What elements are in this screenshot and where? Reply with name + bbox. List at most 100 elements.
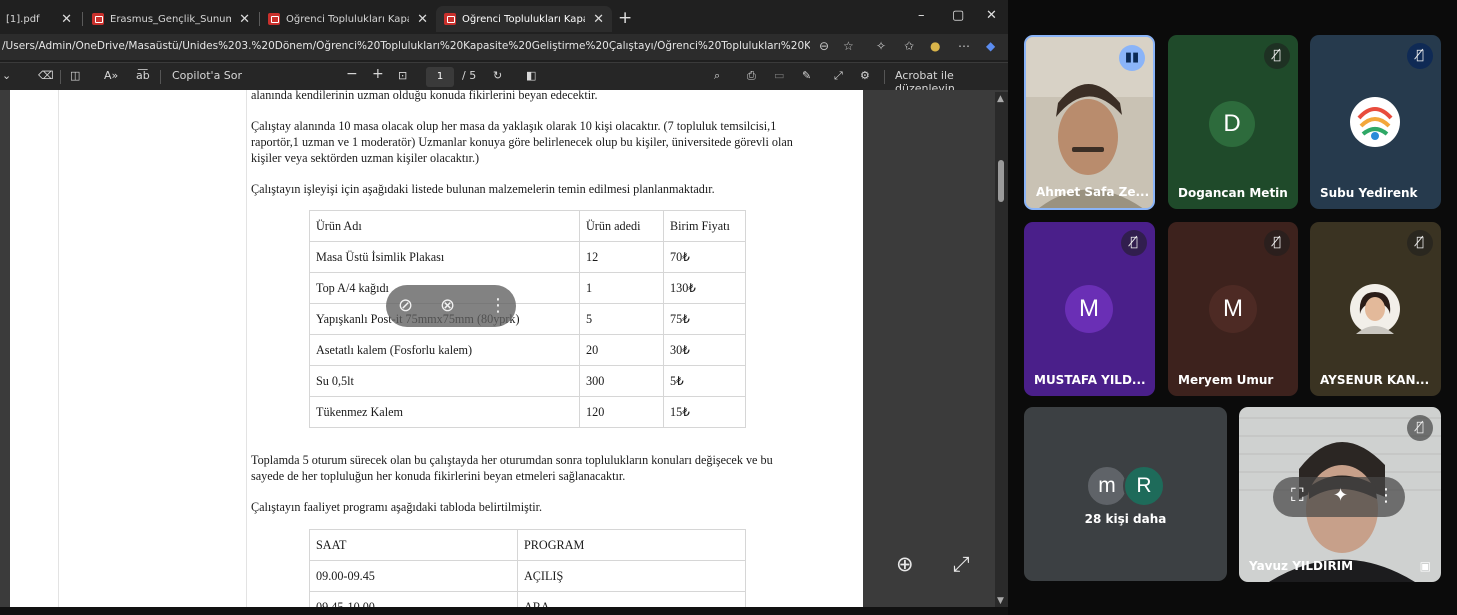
- participant-name: MUSTAFA YILD...: [1034, 373, 1146, 387]
- profile-icon[interactable]: ●: [930, 39, 940, 53]
- participant-tile[interactable]: ▮▮ Ahmet Safa Ze...: [1024, 35, 1155, 210]
- table-row: Asetatlı kalem (Fosforlu kalem) 20 30₺: [309, 334, 746, 366]
- browser-window: [1].pdf ✕ Erasmus_Gençlik_Sunumu[1].pdf …: [0, 0, 1008, 615]
- table-row: 09.45-10.00 ARA: [309, 591, 746, 608]
- table-cell: 70₺: [663, 241, 746, 273]
- extensions-icon[interactable]: ✧: [876, 39, 886, 53]
- settings-gear-icon[interactable]: ⚙: [860, 69, 870, 82]
- table-header-cell: PROGRAM: [517, 529, 746, 561]
- scroll-up-icon[interactable]: ▲: [997, 94, 1004, 104]
- more-options-icon[interactable]: ⋮: [489, 295, 507, 316]
- favorites-icon[interactable]: ✩: [904, 39, 914, 53]
- read-aloud-icon[interactable]: A»: [104, 69, 118, 82]
- more-participants-tile[interactable]: m R 28 kişi daha: [1024, 407, 1227, 581]
- translate-icon[interactable]: a͞b: [136, 69, 150, 82]
- avatar: M: [1065, 285, 1113, 333]
- star-icon[interactable]: ☆: [843, 39, 854, 53]
- doc-paragraph-3: Toplamda 5 oturum sürecek olan bu çalışt…: [251, 452, 773, 484]
- eraser-icon[interactable]: ⌫: [38, 69, 54, 82]
- more-icon[interactable]: ⋯: [958, 39, 970, 53]
- layout-icon[interactable]: ◫: [70, 69, 80, 82]
- tab-title: [1].pdf: [6, 13, 40, 25]
- participant-name: Yavuz YILDIRIM: [1249, 559, 1354, 573]
- page-total: / 5: [462, 69, 477, 82]
- participant-tile[interactable]: 🎙̸ M Meryem Umur: [1168, 222, 1298, 396]
- maximize-button[interactable]: ▢: [952, 8, 964, 23]
- table-cell: 75₺: [663, 303, 746, 335]
- doc-text-line: alanında kendilerinin uzman olduğu konud…: [251, 90, 598, 102]
- url-field[interactable]: /Users/Admin/OneDrive/Masaüstü/Ünides%20…: [2, 40, 810, 52]
- vertical-scrollbar[interactable]: ▲ ▼: [995, 92, 1008, 608]
- doc-text-line: sayede de her topluluğun her konuda fiki…: [251, 469, 626, 483]
- draw-icon[interactable]: ⌄: [2, 69, 11, 82]
- table-cell: 300: [579, 365, 664, 397]
- avatar: D: [1209, 101, 1255, 147]
- table-header-row: SAAT PROGRAM: [309, 529, 746, 561]
- close-tab-icon[interactable]: ✕: [417, 12, 428, 27]
- close-tab-icon[interactable]: ✕: [239, 12, 250, 27]
- table-cell: 5: [579, 303, 664, 335]
- participant-tile[interactable]: 🎙̸ Subu Yedirenk: [1310, 35, 1441, 209]
- table-cell: Tükenmez Kalem: [309, 396, 580, 428]
- minimize-button[interactable]: –: [918, 8, 925, 23]
- new-tab-button[interactable]: +: [618, 8, 632, 28]
- screen-share-controls: ⊘ ⊗ ⋮: [386, 285, 516, 327]
- table-header-cell: Birim Fiyatı: [663, 210, 746, 242]
- page-number-input[interactable]: 1: [426, 67, 454, 87]
- doc-text-line: Çalıştay alanında 10 masa olacak olup he…: [251, 119, 777, 133]
- table-cell: 30₺: [663, 334, 746, 366]
- fit-page-icon[interactable]: ⊡: [398, 69, 407, 82]
- zoom-icon[interactable]: ⊖: [819, 39, 829, 53]
- tab-3[interactable]: Öğrenci Toplulukları Kapasite Ge ✕: [260, 6, 436, 32]
- avatar: R: [1123, 465, 1165, 507]
- table-cell: 09.45-10.00: [309, 591, 518, 608]
- effects-icon[interactable]: ✦: [1333, 485, 1348, 506]
- mic-off-icon: 🎙̸: [1407, 415, 1433, 441]
- tab-1[interactable]: [1].pdf ✕: [0, 6, 80, 32]
- scroll-thumb[interactable]: [998, 160, 1004, 202]
- participant-tile[interactable]: 🎙̸ D Dogancan Metin: [1168, 35, 1298, 209]
- pdf-icon: [268, 13, 280, 25]
- participant-name: Dogancan Metin: [1178, 186, 1288, 200]
- tab-title: Öğrenci Toplulukları Kapasite Ge: [462, 13, 585, 25]
- copilot-icon[interactable]: ◆: [986, 39, 995, 53]
- table-cell: Su 0,5lt: [309, 365, 580, 397]
- copilot-ask-button[interactable]: Copilot'a Sor: [172, 69, 242, 82]
- framing-icon[interactable]: ⛶: [1291, 485, 1304, 506]
- tab-4-active[interactable]: Öğrenci Toplulukları Kapasite Ge ✕: [436, 6, 612, 32]
- close-tab-icon[interactable]: ✕: [593, 12, 604, 27]
- table-cell: 1: [579, 272, 664, 304]
- participant-tile[interactable]: 🎙̸ AYSENUR KAN...: [1310, 222, 1441, 396]
- zoom-in-icon[interactable]: ⊕: [896, 552, 914, 576]
- doc-paragraph-2: Çalıştayın işleyişi için aşağıdaki liste…: [251, 182, 715, 196]
- mute-audio-icon[interactable]: ⊗: [440, 295, 455, 316]
- tab-2[interactable]: Erasmus_Gençlik_Sunumu[1].pdf ✕: [84, 6, 258, 32]
- minimize-self-view-icon[interactable]: ▣: [1420, 559, 1431, 573]
- page-margin-line: [58, 90, 59, 608]
- print-icon[interactable]: ⎙: [747, 69, 756, 83]
- table-row: Top A/4 kağıdı 1 130₺: [309, 272, 746, 304]
- save-as-icon[interactable]: ✎: [802, 69, 811, 82]
- close-tab-icon[interactable]: ✕: [61, 12, 72, 27]
- more-options-icon[interactable]: ⋮: [1377, 485, 1395, 506]
- page-view-icon[interactable]: ◧: [526, 69, 536, 82]
- fullscreen-icon[interactable]: ⤢: [834, 69, 843, 83]
- close-window-button[interactable]: ✕: [986, 8, 997, 23]
- participant-name: Subu Yedirenk: [1320, 186, 1418, 200]
- table-cell: 20: [579, 334, 664, 366]
- participant-tile[interactable]: 🎙̸ M MUSTAFA YILD...: [1024, 222, 1155, 396]
- expand-icon[interactable]: ⤢: [953, 552, 970, 577]
- unpin-icon[interactable]: ⊘: [398, 295, 413, 316]
- table-cell: ARA: [517, 591, 746, 608]
- tab-bar: [1].pdf ✕ Erasmus_Gençlik_Sunumu[1].pdf …: [0, 0, 1008, 34]
- zoom-in-button[interactable]: +: [372, 66, 384, 82]
- self-view-tile[interactable]: 🎙̸ ⛶ ✦ ⋮ Yavuz YILDIRIM ▣: [1239, 407, 1441, 582]
- table-cell: 15₺: [663, 396, 746, 428]
- save-icon[interactable]: ▭: [774, 69, 784, 82]
- toolbar-separator: [884, 70, 885, 84]
- search-icon[interactable]: ⌕: [714, 69, 720, 83]
- scroll-down-icon[interactable]: ▼: [997, 596, 1004, 606]
- rotate-icon[interactable]: ↻: [493, 69, 502, 82]
- tab-title: Erasmus_Gençlik_Sunumu[1].pdf: [110, 13, 232, 25]
- zoom-out-button[interactable]: −: [346, 66, 358, 82]
